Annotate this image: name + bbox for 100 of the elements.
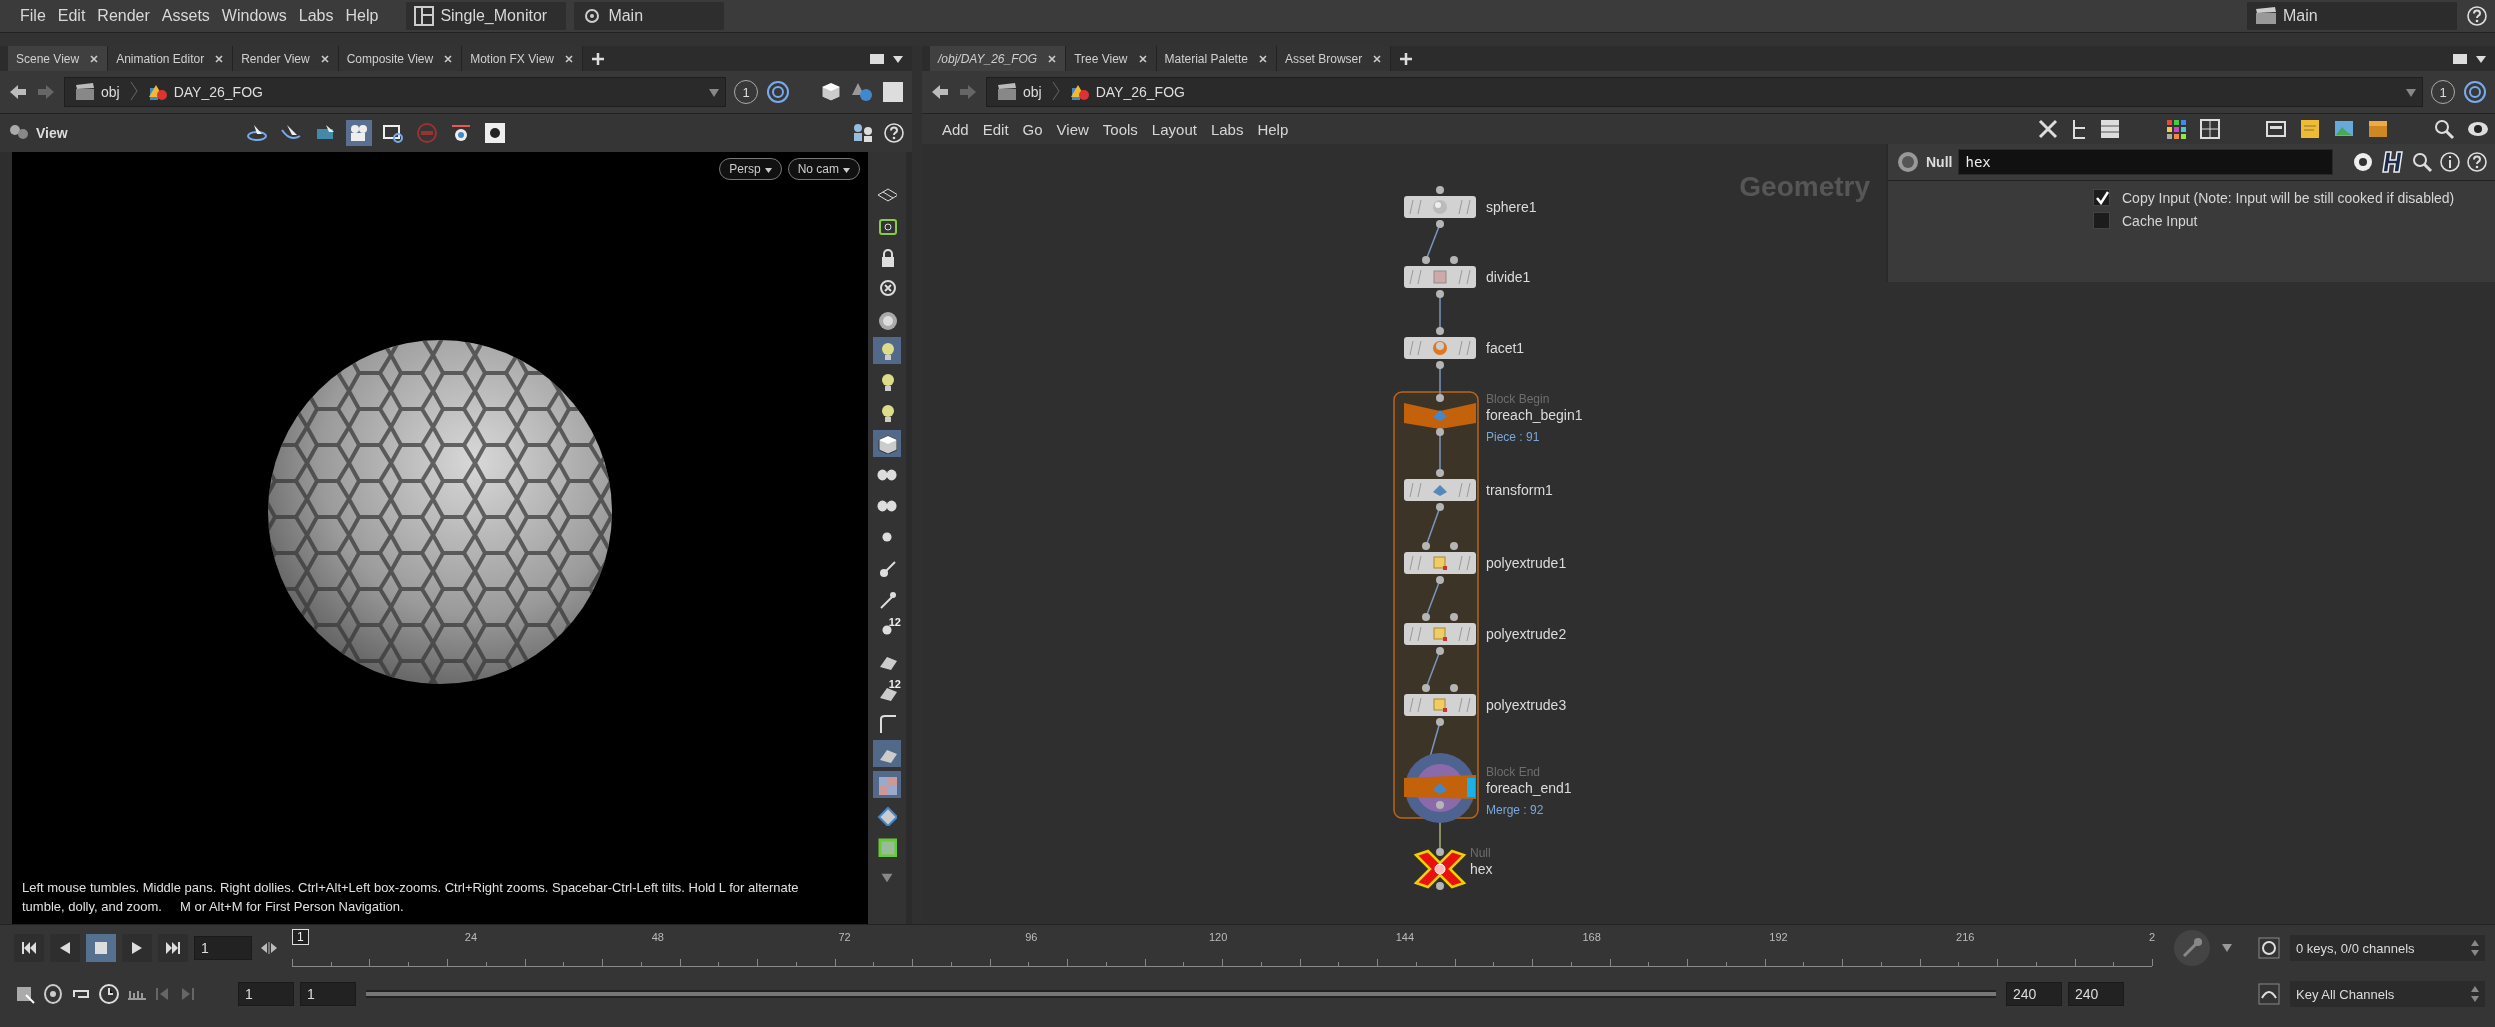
close-icon[interactable] bbox=[319, 53, 330, 64]
menu-item[interactable]: Labs bbox=[1204, 120, 1250, 138]
panel-icon[interactable] bbox=[2265, 118, 2287, 140]
h-logo-icon[interactable] bbox=[2381, 150, 2405, 174]
tab[interactable]: /obj/DAY_26_FOG bbox=[930, 46, 1067, 71]
menu-item[interactable]: Layout bbox=[1145, 120, 1203, 138]
keys-status[interactable]: 0 keys, 0/0 channels bbox=[2290, 935, 2485, 961]
target-icon[interactable] bbox=[766, 80, 790, 104]
checkbox[interactable] bbox=[2093, 212, 2110, 229]
key-channels-icon[interactable] bbox=[2258, 983, 2280, 1005]
plus-icon[interactable] bbox=[591, 51, 605, 66]
menu-item[interactable]: Windows bbox=[215, 7, 293, 25]
plane-tool[interactable]: 12 bbox=[873, 678, 901, 705]
menu-item[interactable]: Assets bbox=[155, 7, 216, 25]
help-icon[interactable] bbox=[2467, 6, 2487, 26]
viewport[interactable] bbox=[0, 152, 868, 924]
path-bar[interactable]: obj DAY_26_FOG bbox=[986, 77, 2423, 107]
cube-tool[interactable] bbox=[873, 430, 901, 457]
key-channels-dropdown[interactable]: Key All Channels bbox=[2290, 981, 2485, 1007]
desktop-dropdown[interactable]: Single_Monitor bbox=[406, 2, 567, 30]
camera-menu-button[interactable]: Persp bbox=[719, 158, 782, 180]
menu-item[interactable]: Labs bbox=[292, 7, 340, 25]
step-back-button[interactable] bbox=[50, 934, 80, 962]
stop-button[interactable] bbox=[86, 934, 116, 962]
color-grid-icon[interactable] bbox=[2165, 118, 2187, 140]
camera-tool[interactable] bbox=[345, 120, 372, 146]
menu-item[interactable]: Edit bbox=[51, 7, 92, 25]
path-crumb[interactable]: obj bbox=[71, 83, 124, 101]
tab[interactable]: Render View bbox=[233, 46, 339, 71]
block-begin-node[interactable] bbox=[1404, 394, 1476, 436]
path-crumb[interactable]: obj bbox=[993, 83, 1046, 101]
caret-icon[interactable] bbox=[2475, 53, 2487, 64]
node-name-field[interactable]: hex bbox=[1958, 149, 2333, 175]
point-tool[interactable]: 12 bbox=[873, 616, 901, 643]
caret-icon[interactable] bbox=[2222, 944, 2232, 952]
timeline-track[interactable] bbox=[292, 958, 2152, 967]
menu-item[interactable]: View bbox=[1050, 120, 1095, 138]
bulb-tool[interactable] bbox=[873, 337, 901, 364]
skip-start-button[interactable] bbox=[14, 934, 44, 962]
maximize-icon[interactable] bbox=[870, 52, 884, 65]
tab[interactable]: Scene View bbox=[8, 46, 109, 71]
block-end-node[interactable] bbox=[1404, 753, 1476, 823]
tab[interactable]: Material Palette bbox=[1156, 46, 1277, 71]
back-arrow-icon[interactable] bbox=[8, 83, 28, 101]
checkbox[interactable] bbox=[2093, 189, 2110, 206]
close-icon[interactable] bbox=[443, 53, 454, 64]
menu-item[interactable]: Edit bbox=[976, 120, 1015, 138]
path-crumb[interactable]: DAY_26_FOG bbox=[1065, 83, 1189, 101]
clock-icon[interactable] bbox=[98, 983, 120, 1005]
target-icon[interactable] bbox=[2463, 80, 2487, 104]
plus-icon[interactable] bbox=[1399, 51, 1414, 66]
menu-item[interactable]: Add bbox=[936, 120, 975, 138]
range-end-field[interactable]: 240 bbox=[2006, 982, 2062, 1006]
node-tile[interactable] bbox=[1404, 542, 1476, 584]
back-arrow-icon[interactable] bbox=[930, 83, 950, 101]
cube-icon[interactable] bbox=[820, 81, 842, 103]
path-bar[interactable]: obj DAY_26_FOG bbox=[64, 77, 726, 107]
menu-item[interactable]: Go bbox=[1016, 120, 1049, 138]
node-tile[interactable] bbox=[1404, 469, 1476, 511]
skip-end-button[interactable] bbox=[158, 934, 188, 962]
menu-item[interactable]: File bbox=[14, 7, 52, 25]
help-icon[interactable] bbox=[2467, 152, 2487, 172]
close-icon[interactable] bbox=[564, 53, 574, 64]
help-icon[interactable] bbox=[884, 123, 904, 143]
square-icon[interactable] bbox=[882, 81, 904, 103]
path-crumb[interactable]: DAY_26_FOG bbox=[143, 83, 267, 101]
table-icon[interactable] bbox=[2199, 118, 2221, 140]
tab[interactable]: Motion FX View bbox=[462, 46, 583, 71]
node-tile[interactable] bbox=[1404, 186, 1476, 228]
info-icon[interactable] bbox=[2439, 151, 2461, 173]
close-icon[interactable] bbox=[89, 53, 100, 64]
play-button[interactable] bbox=[122, 934, 152, 962]
range-start-field[interactable]: 1 bbox=[300, 982, 356, 1006]
close-icon[interactable] bbox=[214, 53, 225, 64]
node-tile[interactable] bbox=[1404, 684, 1476, 726]
node-tile[interactable] bbox=[1404, 327, 1476, 369]
search-icon[interactable] bbox=[2411, 151, 2433, 173]
tree-icon[interactable] bbox=[2071, 118, 2087, 140]
caret-icon[interactable] bbox=[892, 53, 904, 64]
end-frame-field[interactable]: 240 bbox=[2068, 982, 2124, 1006]
checker-tool[interactable] bbox=[873, 771, 901, 798]
camera-menu-button[interactable]: No cam bbox=[787, 158, 860, 180]
start-frame-field[interactable]: 1 bbox=[238, 982, 294, 1006]
node-tile[interactable] bbox=[1404, 613, 1476, 655]
close-icon[interactable] bbox=[1047, 53, 1058, 64]
frame-field[interactable]: 1 bbox=[194, 936, 252, 960]
people-icon[interactable] bbox=[852, 122, 874, 144]
tab[interactable]: Animation Editor bbox=[108, 46, 234, 71]
menu-item[interactable]: Render bbox=[91, 7, 156, 25]
list-icon[interactable] bbox=[2099, 118, 2121, 140]
tab[interactable]: Tree View bbox=[1066, 46, 1157, 71]
tab[interactable]: Composite View bbox=[338, 46, 463, 71]
menu-item[interactable]: Help bbox=[339, 7, 385, 25]
maximize-icon[interactable] bbox=[2453, 52, 2467, 65]
search-icon[interactable] bbox=[2433, 118, 2455, 140]
plane-tool[interactable] bbox=[873, 740, 901, 767]
context-dropdown[interactable]: Main bbox=[574, 2, 725, 30]
shapes-icon[interactable] bbox=[850, 81, 874, 103]
box-icon[interactable] bbox=[2367, 118, 2389, 140]
null-node[interactable] bbox=[1413, 848, 1467, 890]
